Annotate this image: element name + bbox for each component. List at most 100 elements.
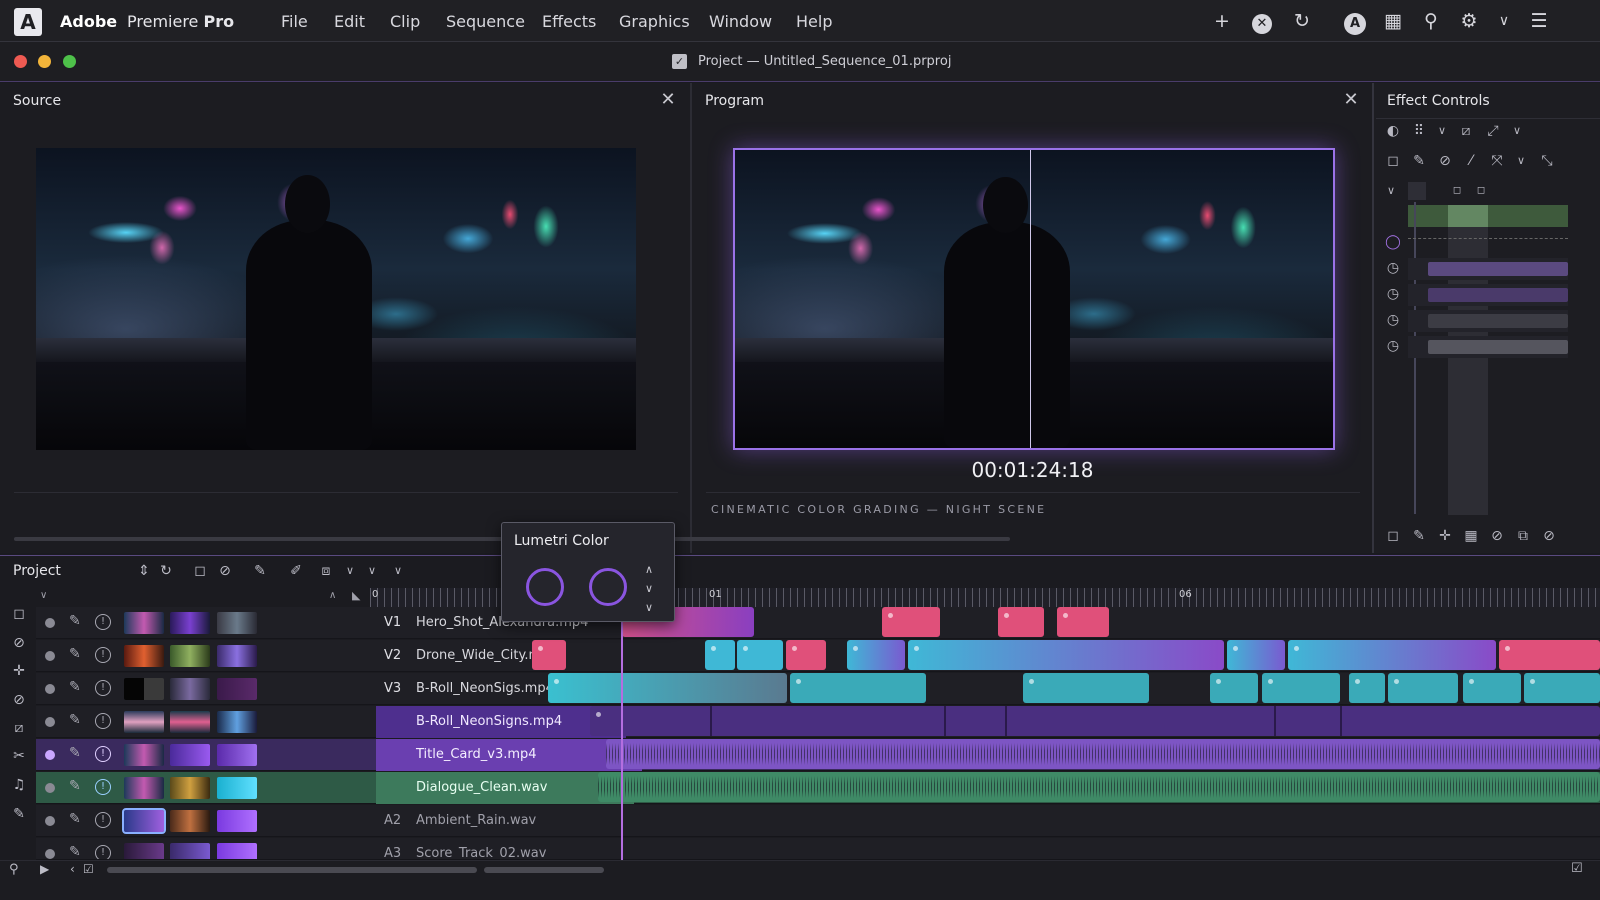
stopwatch-icon[interactable]: ◷ <box>1384 285 1402 303</box>
mask-icon[interactable]: ⊘ <box>1540 527 1558 545</box>
chevron-down-icon[interactable]: ∨ <box>1433 122 1451 140</box>
chevron-up-icon[interactable]: ∧ <box>645 563 653 576</box>
menu-help[interactable]: Help <box>796 12 832 31</box>
sync-lock-icon[interactable]: ! <box>95 812 111 828</box>
anchor-icon[interactable]: ✛ <box>1436 527 1454 545</box>
slash-icon[interactable]: ⁄ <box>1462 152 1480 170</box>
audio-icon[interactable]: ♫ <box>10 777 28 795</box>
notes-icon[interactable]: ☰ <box>1526 8 1552 34</box>
sync-lock-icon[interactable]: ! <box>95 647 111 663</box>
clip-thumbnail[interactable] <box>170 645 210 667</box>
chevron-down-icon[interactable]: ∨ <box>363 562 381 580</box>
program-panel-title[interactable]: Program <box>705 93 764 109</box>
pen-icon[interactable]: ✎ <box>1410 152 1428 170</box>
timeline-clip[interactable] <box>598 772 1600 802</box>
scale-icon[interactable]: ⤧ <box>1488 152 1506 170</box>
crosshair-icon[interactable]: ✛ <box>10 663 28 681</box>
mask-icon[interactable]: ⊘ <box>1436 152 1454 170</box>
pen-icon[interactable]: ✎ <box>69 778 81 794</box>
timeline-clip[interactable] <box>1262 673 1340 703</box>
timeline-clip[interactable] <box>786 640 826 670</box>
effect-param-row[interactable] <box>1408 258 1568 280</box>
pen-icon[interactable]: ✎ <box>69 712 81 728</box>
track-row-a3[interactable]: ✎! A3 Score_Track_02.wav <box>36 838 1600 860</box>
close-circle-icon[interactable]: ✕ <box>1249 8 1275 34</box>
stopwatch-icon[interactable]: ◯ <box>1384 233 1402 251</box>
clip-thumbnail[interactable] <box>170 777 210 799</box>
mask-icon[interactable]: ⊘ <box>216 562 234 580</box>
clip-thumbnail[interactable] <box>217 612 257 634</box>
mask-icon[interactable]: ⊘ <box>10 635 28 653</box>
clip-thumbnail[interactable] <box>217 711 257 733</box>
transform-icon[interactable]: ⤢ <box>1484 122 1502 140</box>
sync-lock-icon[interactable]: ! <box>95 713 111 729</box>
clip-thumbnail[interactable] <box>217 843 257 859</box>
export-icon[interactable]: ⧉ <box>1514 527 1532 545</box>
sync-lock-icon[interactable]: ! <box>95 614 111 630</box>
chevron-down-icon[interactable]: ∨ <box>341 562 359 580</box>
effect-controls-title[interactable]: Effect Controls <box>1387 93 1490 109</box>
zoom-icon[interactable]: ⚲ <box>9 862 19 877</box>
track-dot[interactable] <box>45 783 55 793</box>
source-close-icon[interactable]: ✕ <box>659 91 677 109</box>
menu-graphics[interactable]: Graphics <box>619 12 690 31</box>
track-dot[interactable] <box>45 618 55 628</box>
refresh-icon[interactable]: ↻ <box>157 562 175 580</box>
plus-icon[interactable]: + <box>1209 8 1235 34</box>
window-zoom-button[interactable] <box>63 55 76 68</box>
track-dot[interactable] <box>45 816 55 826</box>
pen-icon[interactable]: ✎ <box>69 679 81 695</box>
grid-icon[interactable]: ▦ <box>1380 8 1406 34</box>
chevron-down-icon[interactable]: ∨ <box>40 590 47 601</box>
track-dot[interactable] <box>45 717 55 727</box>
window-close-button[interactable] <box>14 55 27 68</box>
clip-thumbnail[interactable] <box>122 808 166 834</box>
chevron-down-icon[interactable]: ∨ <box>1512 152 1530 170</box>
checkbox-icon[interactable]: ☑ <box>1571 861 1583 876</box>
menu-effects[interactable]: Effects <box>542 12 596 31</box>
stopwatch-icon[interactable]: ◷ <box>1384 311 1402 329</box>
clip-thumbnail[interactable] <box>124 645 164 667</box>
track-dot[interactable] <box>45 849 55 859</box>
pen-icon[interactable]: ✎ <box>69 745 81 761</box>
menu-window[interactable]: Window <box>709 12 772 31</box>
razor-icon[interactable]: ✂ <box>10 748 28 766</box>
clip-thumbnail[interactable] <box>217 810 257 832</box>
timeline-clip[interactable] <box>1057 607 1109 637</box>
keyframe-toggle[interactable] <box>1408 182 1426 200</box>
pen-icon[interactable]: ✎ <box>69 646 81 662</box>
clip-thumbnail[interactable] <box>124 612 164 634</box>
effect-param-row[interactable] <box>1408 284 1568 306</box>
pen-icon[interactable]: ✎ <box>1410 527 1428 545</box>
marker-icon[interactable]: ◣ <box>352 589 360 602</box>
chevron-down-icon[interactable]: ∨ <box>1508 122 1526 140</box>
effect-param-row[interactable] <box>1408 310 1568 332</box>
mask-icon[interactable]: ⊘ <box>1488 527 1506 545</box>
track-dot[interactable] <box>45 651 55 661</box>
clip-thumbnail[interactable] <box>170 612 210 634</box>
timeline-clip[interactable] <box>1288 640 1496 670</box>
sync-lock-icon[interactable]: ! <box>95 680 111 696</box>
clip-thumbnail[interactable] <box>124 711 164 733</box>
clip-thumbnail[interactable] <box>170 843 210 859</box>
track-dot[interactable] <box>45 750 55 760</box>
timeline-clip[interactable] <box>1210 673 1258 703</box>
timeline-clip[interactable] <box>847 640 905 670</box>
timeline-clip[interactable] <box>1463 673 1521 703</box>
timeline-scrollbar-secondary[interactable] <box>484 867 604 873</box>
sync-lock-icon[interactable]: ! <box>95 746 111 762</box>
square-icon[interactable]: ◻ <box>1384 152 1402 170</box>
chevron-down-icon[interactable]: ∨ <box>1382 182 1400 200</box>
clip-thumbnail[interactable] <box>217 678 257 700</box>
timeline-clip[interactable] <box>998 607 1044 637</box>
project-panel-title[interactable]: Project <box>13 563 61 579</box>
track-row-a2[interactable]: ✎! A2 Ambient_Rain.wav <box>36 805 1600 837</box>
clip-thumbnail[interactable] <box>124 678 164 700</box>
pen-icon[interactable]: ✎ <box>69 844 81 859</box>
clip-thumbnail[interactable] <box>124 843 164 859</box>
pen-icon[interactable]: ✎ <box>69 613 81 629</box>
clip-thumbnail[interactable] <box>170 678 210 700</box>
timeline-clip[interactable] <box>882 607 940 637</box>
settings-icon[interactable]: ⚙ <box>1456 8 1482 34</box>
timeline-clip[interactable] <box>737 640 783 670</box>
